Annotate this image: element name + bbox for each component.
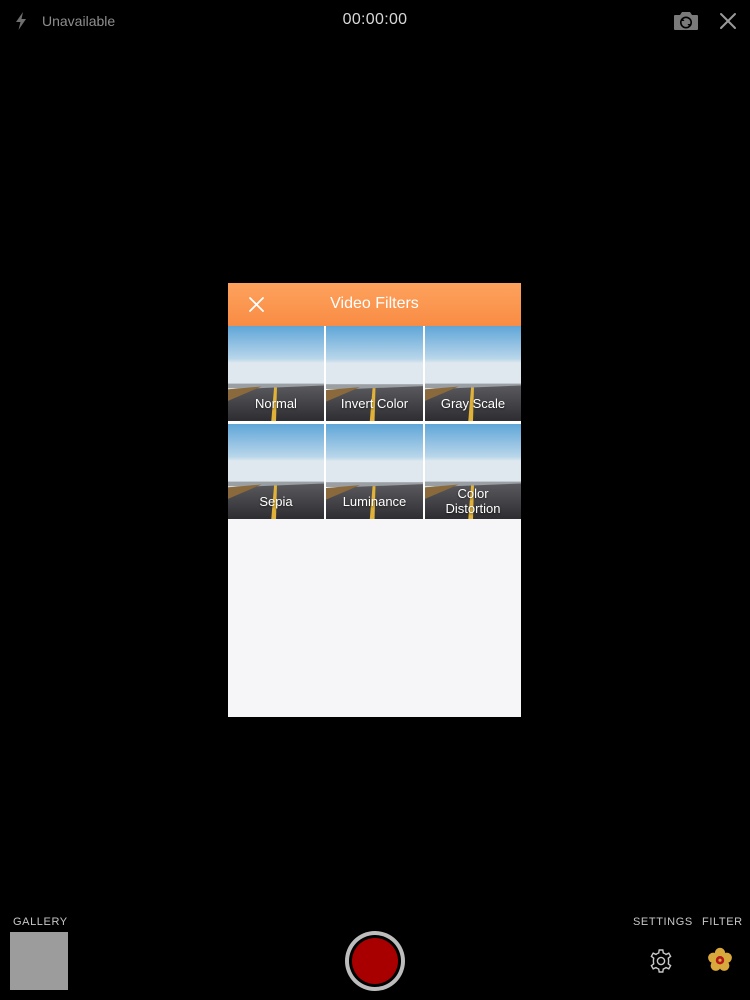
- filter-grid: Normal Invert Color Gray Scale Sepia Lum…: [228, 326, 521, 519]
- gallery-label: GALLERY: [13, 916, 68, 928]
- gear-icon[interactable]: [648, 948, 674, 974]
- record-icon: [352, 938, 398, 984]
- video-filters-modal: Video Filters Normal Invert Color Gray S…: [228, 283, 521, 717]
- filter-tile-luminance[interactable]: Luminance: [326, 424, 423, 519]
- record-button-ring: [349, 935, 401, 987]
- gallery-button[interactable]: [10, 932, 68, 990]
- filter-label: Luminance: [342, 494, 407, 509]
- filter-tile-color-distortion[interactable]: Color Distortion: [425, 424, 521, 519]
- filter-tile-gray-scale[interactable]: Gray Scale: [425, 326, 521, 421]
- filter-label: Sepia: [259, 494, 293, 509]
- camera-switch-icon[interactable]: [672, 9, 700, 33]
- filter-tile-sepia[interactable]: Sepia: [228, 424, 324, 519]
- settings-label: SETTINGS: [633, 916, 693, 928]
- recording-timer: 00:00:00: [342, 11, 408, 28]
- filter-label: Gray Scale: [440, 396, 506, 411]
- filter-label: Invert Color: [340, 396, 409, 411]
- filter-label: Normal: [255, 396, 297, 411]
- filter-label: Color Distortion: [425, 486, 521, 516]
- flower-icon[interactable]: [706, 946, 734, 974]
- modal-title: Video Filters: [330, 295, 419, 312]
- modal-header: Video Filters: [228, 283, 521, 326]
- filter-label: FILTER: [702, 916, 743, 928]
- filter-tile-invert-color[interactable]: Invert Color: [326, 326, 423, 421]
- record-button[interactable]: [345, 931, 405, 991]
- filter-label-text: Color Distortion: [445, 486, 501, 516]
- close-icon[interactable]: [716, 9, 740, 33]
- filter-tile-normal[interactable]: Normal: [228, 326, 324, 421]
